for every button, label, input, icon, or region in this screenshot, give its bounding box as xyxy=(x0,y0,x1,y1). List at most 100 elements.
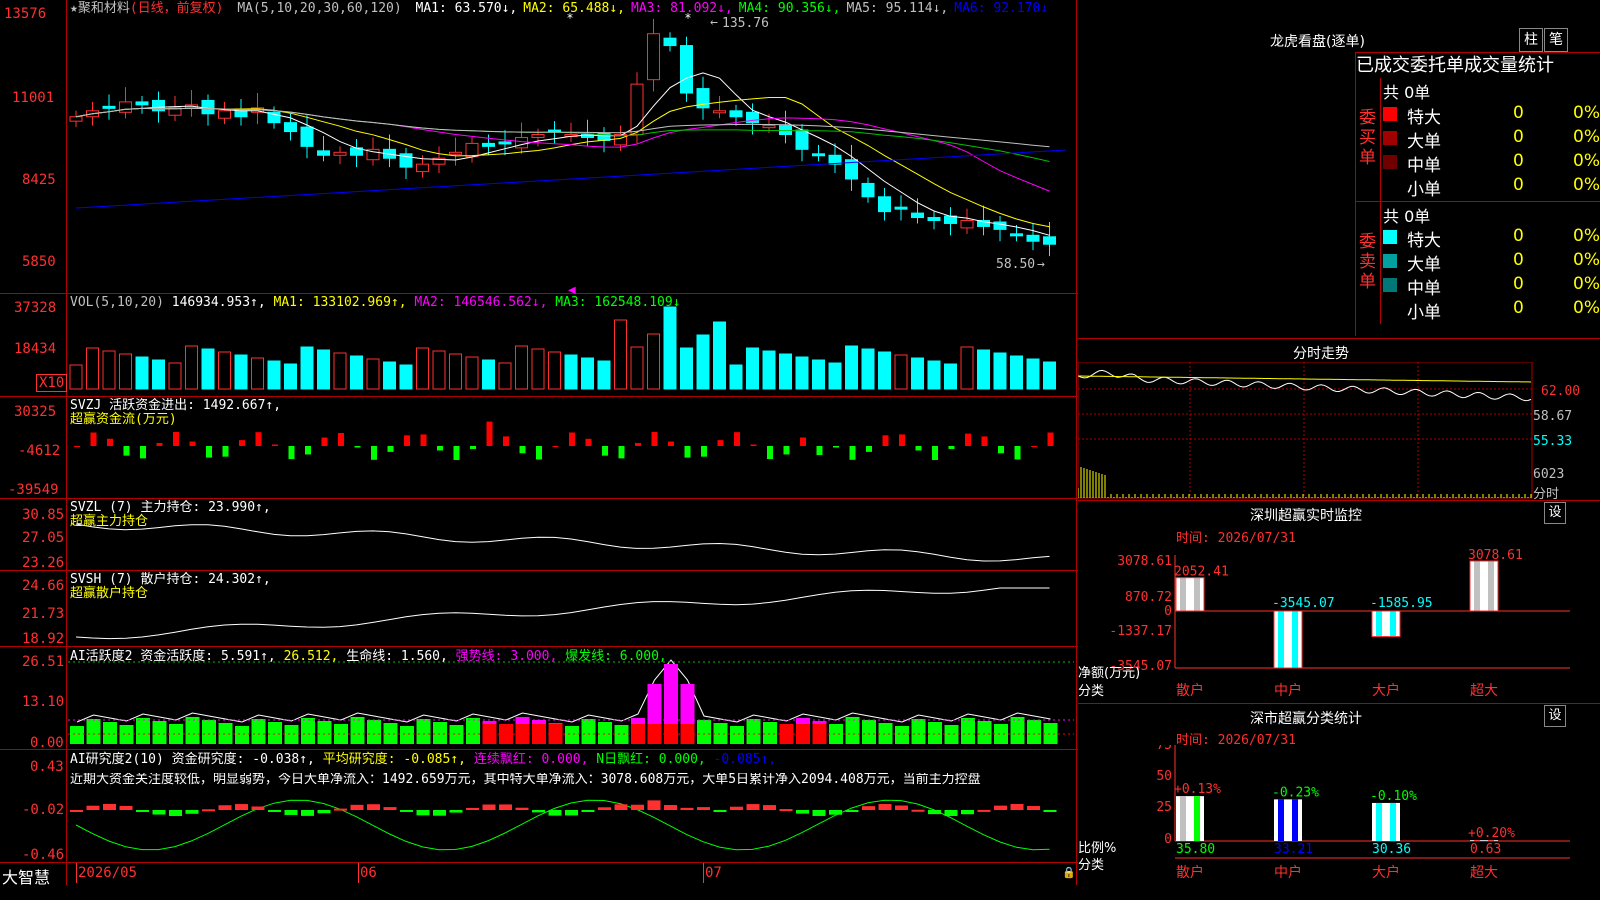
stock-name[interactable]: ★聚和材料 xyxy=(70,1,130,16)
fund-flow-bar xyxy=(948,446,955,449)
fund-flow-bar xyxy=(140,446,146,459)
activity-bar xyxy=(1027,720,1041,744)
sz-bar[interactable] xyxy=(1175,577,1205,612)
ai1-name: AI活跃度2 资金活跃度: xyxy=(70,649,214,664)
sz-bar-label: -1585.95 xyxy=(1370,596,1433,611)
activity-bar xyxy=(829,724,843,744)
sz-net-chart[interactable]: 3078.61 870.720 -1337.17 -3545.07 2052.41 散户 -… xyxy=(1078,545,1600,705)
sm-ratio-chart[interactable]: 75 50 25 0 +0.13% 35.80 散户 -0.23% 33.21 中户 -0.10% 3… xyxy=(1078,745,1600,900)
fund-flow-bar xyxy=(569,432,575,446)
volume-bar xyxy=(383,361,396,390)
candle-body xyxy=(531,134,545,138)
activity-bar xyxy=(251,719,266,744)
research-bar xyxy=(1027,806,1040,810)
main-holding-line xyxy=(75,523,1050,562)
volume-bar xyxy=(762,350,776,390)
svzj-sub: 超赢资金流(万元) xyxy=(70,412,177,427)
activity-bar xyxy=(664,724,678,744)
column-mode-button[interactable]: 柱 xyxy=(1519,28,1543,52)
research-bar xyxy=(350,804,364,810)
sm-bar[interactable] xyxy=(1176,796,1204,841)
sm-settings-button[interactable]: 设 xyxy=(1544,705,1566,727)
research-bar xyxy=(977,809,991,812)
lock-icon[interactable]: 🔒 xyxy=(1062,866,1076,879)
volume-bar xyxy=(630,346,644,390)
sm-unit-label: 比例% xyxy=(1078,841,1116,856)
tick-mode-button[interactable]: 笔 xyxy=(1544,28,1568,52)
volume-bar xyxy=(251,357,264,390)
sm-value-label: 0.63 xyxy=(1470,842,1501,857)
order-row: 中单 0 0% xyxy=(1383,151,1600,176)
ma-item: MA6: 92.170↓ xyxy=(954,1,1049,16)
sm-change-label: -0.10% xyxy=(1370,789,1417,804)
sm-category-label: 中户 xyxy=(1274,864,1302,881)
order-count: 0 xyxy=(1513,226,1524,246)
fund-flow-bar xyxy=(420,434,427,446)
zj-axis-label: -4612 xyxy=(18,443,61,459)
high-marker: ← xyxy=(710,15,718,30)
activity-bar xyxy=(367,720,381,744)
vol-unit-badge: X10 xyxy=(36,374,68,392)
research-bar xyxy=(268,810,281,812)
volume-bar xyxy=(119,353,132,390)
ai1-v4: 强势线: 3.000, xyxy=(455,649,558,664)
ma-item: MA4: 90.356↓, xyxy=(738,1,841,16)
candle-body xyxy=(713,110,726,114)
intraday-chart[interactable] xyxy=(1078,362,1600,500)
candle-body xyxy=(102,105,116,109)
volume-bar xyxy=(597,360,611,390)
sz-bar[interactable] xyxy=(1371,610,1401,637)
date-label: 07 xyxy=(705,865,722,881)
research-bar xyxy=(301,810,314,816)
stats-tabs[interactable]: 已成交委托单成交量统计 xyxy=(1355,52,1600,79)
order-percent: 0% xyxy=(1573,151,1600,171)
research-bar xyxy=(185,810,199,814)
fund-flow-bar xyxy=(470,446,476,449)
ai1-v1: 5.591↑, xyxy=(220,649,276,664)
fund-flow-bar xyxy=(1014,446,1021,460)
sz-bar[interactable] xyxy=(1273,610,1303,669)
ai1-axis-label: 13.10 xyxy=(22,694,65,710)
fund-flow-bar xyxy=(602,446,608,456)
activity-bar xyxy=(763,722,777,744)
volume-bar xyxy=(218,351,231,390)
order-type: 特大 xyxy=(1407,108,1441,128)
svzl-sub: 超赢主力持仓 xyxy=(70,514,149,529)
ai2-axis-label: 0.43 xyxy=(30,759,64,775)
order-percent: 0% xyxy=(1573,250,1600,270)
volume-bar xyxy=(845,345,858,390)
sz-category-label: 大户 xyxy=(1372,682,1400,699)
fund-flow-bar xyxy=(816,446,823,456)
activity-bar xyxy=(383,723,398,744)
fund-flow-bar xyxy=(833,446,839,448)
sell-rows: 共 0单 特大 0 0% 大单 0 0% 中单 0 0% 小单 0 0% xyxy=(1381,202,1600,324)
order-table: 委买单 共 0单 特大 0 0% 大单 0 0% 中单 0 0% 小单 0 0% 委卖单 共 0单 特… xyxy=(1355,78,1600,336)
sz-bar[interactable] xyxy=(1469,560,1499,612)
sm-bar[interactable] xyxy=(1372,802,1400,841)
activity-bar xyxy=(697,720,711,744)
zl-axis-label: 27.05 xyxy=(22,530,65,546)
chart-mode[interactable]: (日线，前复权) xyxy=(130,1,224,16)
sm-bar[interactable] xyxy=(1274,799,1302,841)
ai2-v3: N日飘红: 0.000, xyxy=(596,752,706,767)
bottom-bar: 大智慧 2026/05 06 07 🔒 xyxy=(0,863,1078,887)
activity-bar xyxy=(218,723,233,744)
fund-flow-bar xyxy=(849,446,856,460)
fund-flow-bar xyxy=(354,446,361,448)
volume-bar xyxy=(1043,361,1056,390)
candle-body xyxy=(779,125,792,136)
activity-bar xyxy=(103,722,117,744)
activity-bar xyxy=(466,718,480,744)
volume-bar xyxy=(284,363,297,390)
research-bar xyxy=(845,810,859,812)
research-bar xyxy=(218,805,232,810)
sz-settings-button[interactable]: 设 xyxy=(1544,502,1566,524)
sm-stat-header: 深市超赢分类统计 设 xyxy=(1078,703,1600,728)
ai1-axis-label: 0.00 xyxy=(30,735,64,751)
activity-bar xyxy=(317,721,332,744)
intraday-price-label: 62.00 xyxy=(1541,384,1581,399)
sh-axis-label: 18.92 xyxy=(22,631,65,647)
activity-bar xyxy=(284,725,299,744)
candle-body xyxy=(284,122,297,133)
research-bar xyxy=(334,808,347,811)
